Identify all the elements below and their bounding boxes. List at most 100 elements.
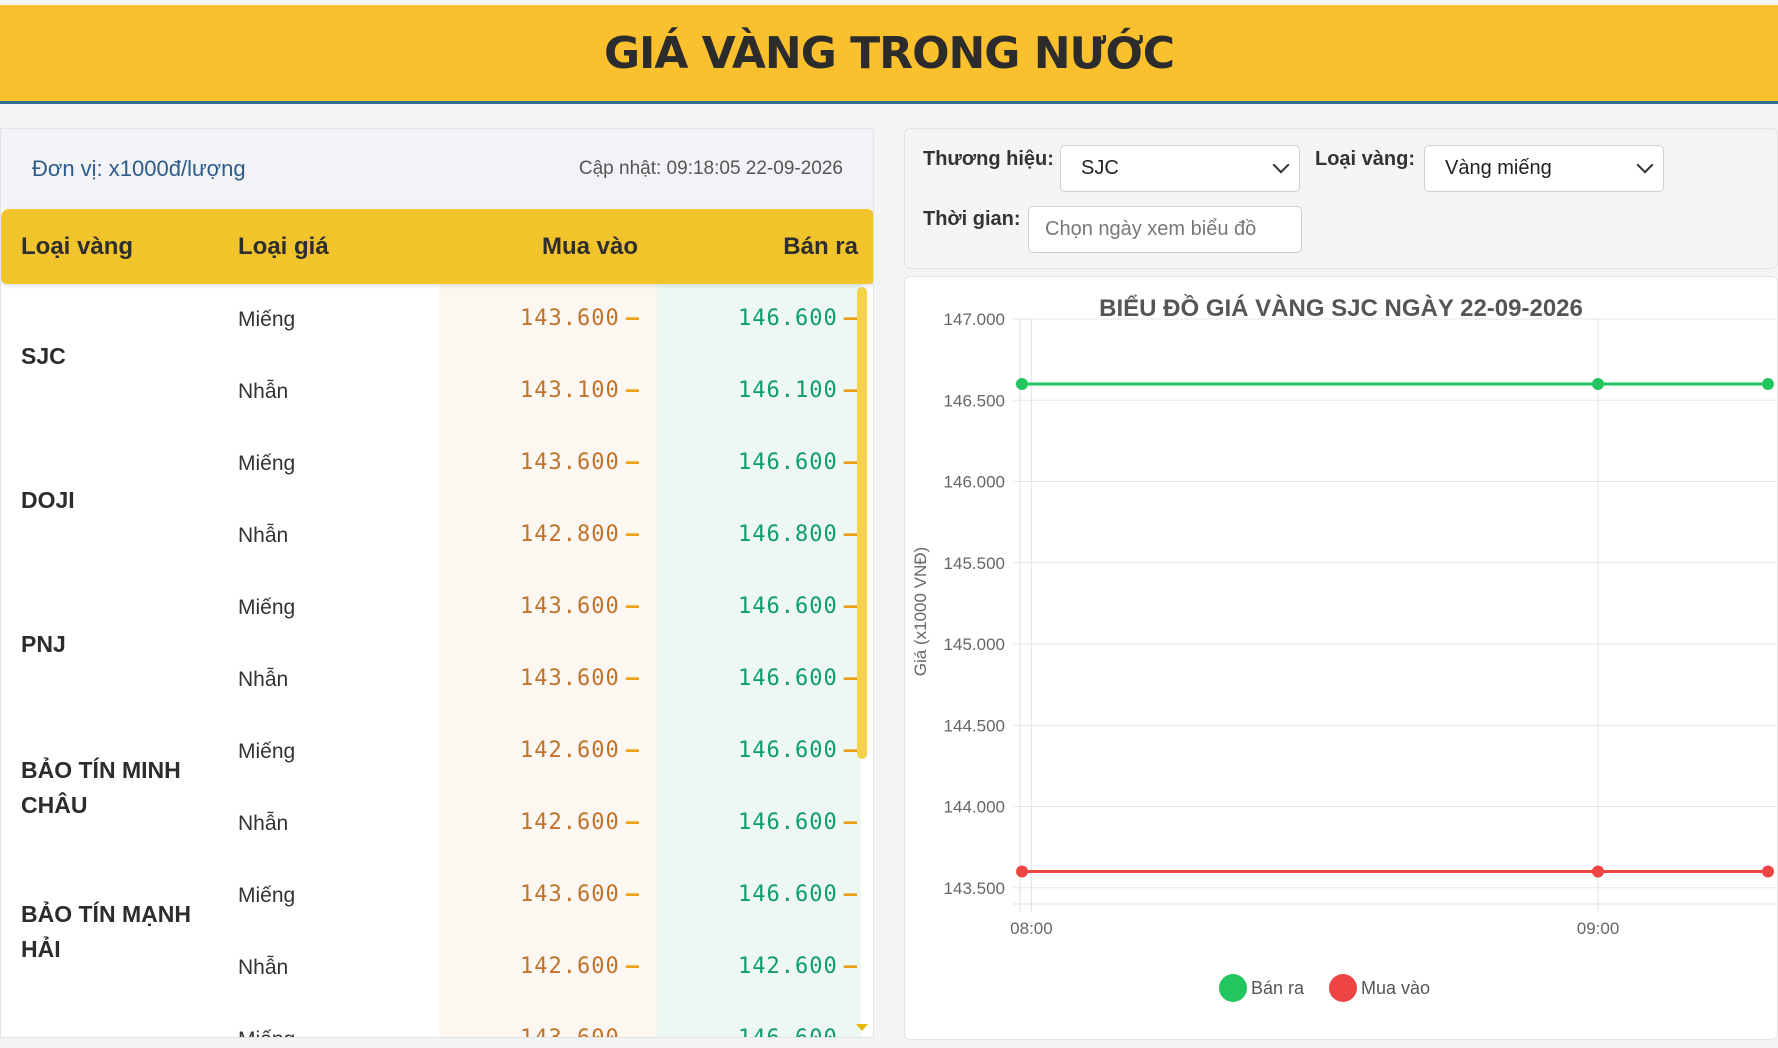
data-point bbox=[1016, 865, 1028, 878]
brand-label: Thương hiệu: bbox=[923, 148, 1054, 170]
trend-dash-icon: — bbox=[843, 954, 858, 979]
y-tick-label: 145.500 bbox=[944, 554, 1005, 573]
price-type: Miếng bbox=[238, 596, 296, 619]
buy-price-value: 142.600 bbox=[520, 738, 620, 763]
sell-price: 146.600— bbox=[738, 810, 858, 835]
time-label: Thời gian: bbox=[923, 208, 1021, 230]
sell-price-value: 146.600 bbox=[738, 882, 838, 907]
sell-price-value: 142.600 bbox=[738, 954, 838, 979]
update-time: Cập nhật: 09:18:05 22-09-2026 bbox=[578, 158, 843, 179]
sell-price: 142.600— bbox=[738, 954, 858, 979]
buy-price-value: 143.600 bbox=[520, 450, 620, 475]
table-row: Miếng 143.600— 146.600— bbox=[1, 1004, 873, 1037]
table-row: Miếng143.600—146.600— bbox=[1, 428, 873, 500]
buy-price-value: 142.600 bbox=[520, 810, 620, 835]
table-row: Miếng 142.600—146.600— bbox=[1, 716, 873, 788]
data-point bbox=[1762, 378, 1774, 390]
sell-price: 146.600— bbox=[738, 594, 858, 619]
trend-dash-icon: — bbox=[625, 450, 640, 475]
buy-price-value: 143.600 bbox=[520, 882, 620, 907]
buy-price-value: 143.600 bbox=[520, 306, 620, 331]
x-tick-label: 08:00 bbox=[1010, 919, 1053, 938]
price-type: Miếng bbox=[238, 884, 296, 907]
brand-select-value: SJC bbox=[1081, 157, 1119, 179]
gold-type-label: Loại vàng: bbox=[1315, 148, 1416, 170]
buy-price: 143.600— bbox=[520, 882, 640, 907]
y-tick-label: 146.500 bbox=[944, 391, 1005, 410]
price-type: Miếng bbox=[238, 308, 296, 331]
table-row: Miếng143.600—146.600— bbox=[1, 572, 873, 644]
y-tick-label: 144.500 bbox=[944, 716, 1005, 735]
col-header-sell: Bán ra bbox=[783, 232, 858, 260]
data-point bbox=[1016, 378, 1028, 390]
trend-dash-icon: — bbox=[625, 882, 640, 907]
price-type: Nhẫn bbox=[238, 380, 289, 403]
trend-dash-icon: — bbox=[626, 1026, 640, 1037]
trend-dash-icon: — bbox=[625, 954, 640, 979]
table-row: Nhẫn 142.600—146.600— bbox=[1, 788, 873, 860]
sell-price: 146.600— bbox=[738, 306, 858, 331]
y-tick-label: 144.000 bbox=[944, 798, 1005, 817]
price-type: Nhẫn bbox=[238, 956, 289, 979]
trend-dash-icon: — bbox=[625, 810, 640, 835]
price-type: Nhẫn bbox=[238, 668, 289, 691]
legend-marker bbox=[1219, 974, 1247, 1002]
buy-price-value: 143.600 bbox=[520, 666, 620, 691]
sell-price-value: 146.600 bbox=[738, 810, 838, 835]
buy-price-value: 143.100 bbox=[520, 378, 620, 403]
legend-label: Mua vào bbox=[1361, 978, 1430, 998]
date-input-placeholder: Chọn ngày xem biểu đồ bbox=[1045, 218, 1257, 240]
price-line-chart: BIỂU ĐỒ GIÁ VÀNG SJC NGÀY 22-09-2026 143.… bbox=[911, 294, 1777, 1002]
trend-dash-icon: — bbox=[843, 522, 858, 547]
trend-dash-icon: — bbox=[843, 738, 858, 763]
buy-price: 143.600— bbox=[520, 1026, 640, 1037]
y-tick-label: 147.000 bbox=[944, 310, 1005, 329]
trend-dash-icon: — bbox=[625, 594, 640, 619]
sell-price: 146.600— bbox=[738, 666, 858, 691]
buy-price: 142.800— bbox=[520, 522, 640, 547]
buy-price-value: 142.800 bbox=[520, 522, 620, 547]
unit-label: Đơn vị: x1000đ/lượng bbox=[32, 156, 246, 181]
table-body[interactable]: SJC Miếng 143.600—146.600— Nhẫn 143.100—146.… bbox=[1, 284, 873, 1037]
buy-price: 143.600— bbox=[520, 450, 640, 475]
scroll-down-arrow-icon[interactable] bbox=[856, 1024, 868, 1031]
table-row: Miếng 143.600— 146.600 — bbox=[1, 860, 873, 932]
data-point bbox=[1762, 865, 1774, 878]
table-row: Miếng 143.600— 146.600— bbox=[1, 284, 873, 356]
sell-price-value: 146.600 bbox=[738, 666, 838, 691]
chevron-down-icon bbox=[1636, 156, 1654, 174]
table-row: Nhẫn 143.100—146.100— bbox=[1, 356, 873, 428]
trend-dash-icon: — bbox=[843, 666, 858, 691]
trend-dash-icon: — bbox=[625, 306, 640, 331]
sell-price-value: 146.600 bbox=[738, 450, 838, 475]
chart-panel: BIỂU ĐỒ GIÁ VÀNG SJC NGÀY 22-09-2026 143.… bbox=[904, 276, 1778, 1040]
sell-price: 146.600— bbox=[738, 450, 858, 475]
chart-title: BIỂU ĐỒ GIÁ VÀNG SJC NGÀY 22-09-2026 bbox=[1099, 294, 1583, 322]
sell-price-value: 146.100 bbox=[738, 378, 838, 403]
brand-select[interactable]: SJC bbox=[1060, 145, 1300, 192]
price-type: Nhẫn bbox=[238, 524, 289, 547]
buy-price: 142.600— bbox=[520, 810, 640, 835]
chevron-down-icon bbox=[1272, 156, 1290, 174]
data-point bbox=[1592, 378, 1605, 390]
legend-marker bbox=[1329, 974, 1357, 1002]
buy-price: 143.600— bbox=[520, 306, 640, 331]
col-header-price-type: Loại giá bbox=[238, 232, 329, 260]
sell-price: 146.600— bbox=[738, 1026, 858, 1037]
price-type: Miếng bbox=[238, 452, 296, 475]
gold-type-select[interactable]: Vàng miếng bbox=[1424, 145, 1664, 192]
buy-price: 142.600— bbox=[520, 954, 640, 979]
table-row: Nhẫn 143.600 —146.600— bbox=[1, 644, 873, 716]
page-header: GIÁ VÀNG TRONG NƯỚC bbox=[0, 5, 1778, 104]
gold-type-select-value: Vàng miếng bbox=[1445, 157, 1552, 179]
date-input[interactable]: Chọn ngày xem biểu đồ bbox=[1028, 206, 1302, 253]
price-type: Miếng bbox=[238, 1028, 295, 1037]
sell-price: 146.600— bbox=[738, 738, 858, 763]
table-scrollbar[interactable] bbox=[857, 287, 867, 759]
info-bar: Đơn vị: x1000đ/lượng Cập nhật: 09:18:05 … bbox=[1, 129, 873, 209]
y-tick-label: 143.500 bbox=[944, 879, 1005, 898]
trend-dash-icon: — bbox=[625, 738, 640, 763]
trend-dash-icon: — bbox=[625, 378, 640, 403]
col-header-gold-type: Loại vàng bbox=[21, 232, 134, 260]
trend-dash-icon: — bbox=[843, 450, 858, 475]
